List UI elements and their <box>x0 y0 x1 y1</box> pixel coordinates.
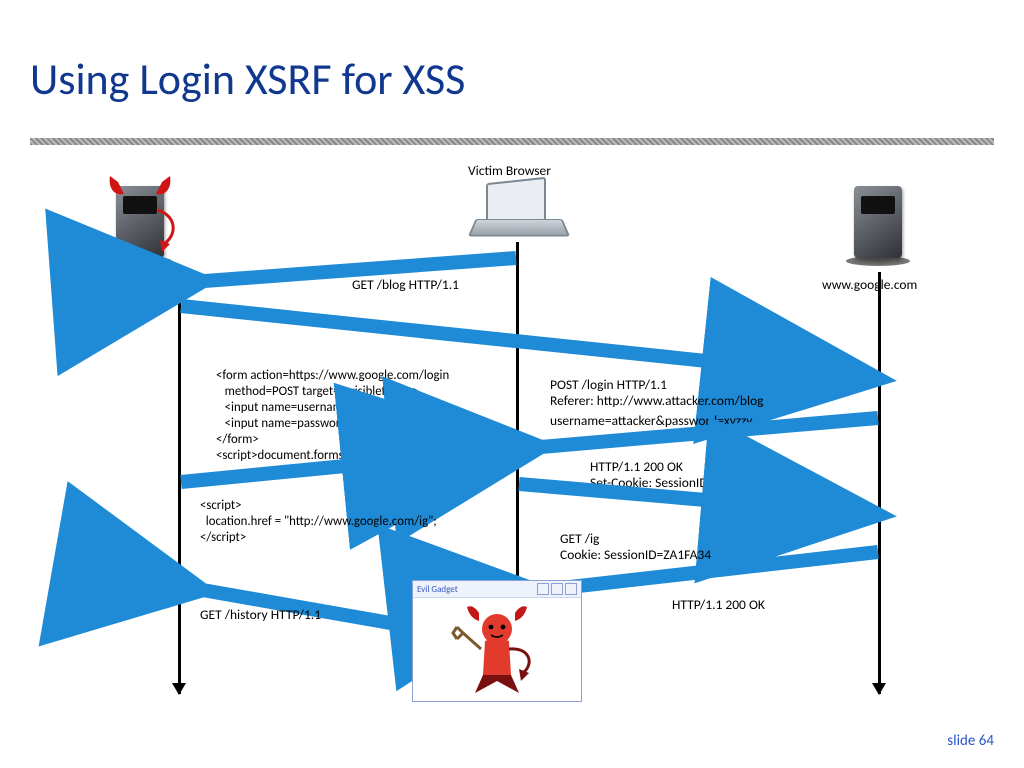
label-resp-ok: HTTP/1.1 200 OK <box>672 596 765 613</box>
label-get-ig-1: GET /ig <box>560 530 599 547</box>
arrow-get-blog <box>181 258 516 294</box>
evil-gadget-window: Evil Gadget <box>412 580 582 702</box>
laptop-icon <box>472 180 564 240</box>
devil-horns-icon <box>104 174 176 204</box>
diagram-canvas: Victim Browser www.attacker.com www.goog… <box>0 150 1024 710</box>
label-resp-cookie-1: HTTP/1.1 200 OK <box>590 458 683 475</box>
server-google-icon <box>846 180 910 266</box>
lifeline-google <box>878 272 881 694</box>
label-post-login-3: username=attacker&password=xyzzy <box>550 412 752 429</box>
label-post-login-2: Referer: http://www.attacker.com/blog <box>550 392 764 409</box>
label-attacker: www.attacker.com <box>90 276 191 293</box>
lifeline-attacker <box>178 272 181 694</box>
label-resp-cookie-2: Set-Cookie: SessionID=ZA1FA34 <box>590 474 762 491</box>
window-min-icon <box>537 583 549 595</box>
slide-number: slide 64 <box>947 732 994 750</box>
slide-title: Using Login XSRF for XSS <box>30 52 465 106</box>
label-post-login-1: POST /login HTTP/1.1 <box>550 376 667 393</box>
gadget-title: Evil Gadget <box>417 584 458 595</box>
code-form: <form action=https://www.google.com/logi… <box>216 368 451 464</box>
server-attacker-icon <box>108 180 172 266</box>
label-victim-browser: Victim Browser <box>468 162 551 179</box>
label-get-history: GET /history HTTP/1.1 <box>200 606 321 623</box>
divider <box>30 138 994 145</box>
devil-icon <box>451 603 543 695</box>
window-close-icon <box>565 583 577 595</box>
code-redirect: <script> location.href = "http://www.goo… <box>200 498 437 546</box>
window-max-icon <box>551 583 563 595</box>
label-get-ig-2: Cookie: SessionID=ZA1FA34 <box>560 546 711 563</box>
label-google: www.google.com <box>822 276 917 293</box>
devil-tail-icon <box>156 208 182 256</box>
slide: Using Login XSRF for XSS Victim Browser … <box>0 0 1024 768</box>
label-get-blog: GET /blog HTTP/1.1 <box>352 276 459 293</box>
